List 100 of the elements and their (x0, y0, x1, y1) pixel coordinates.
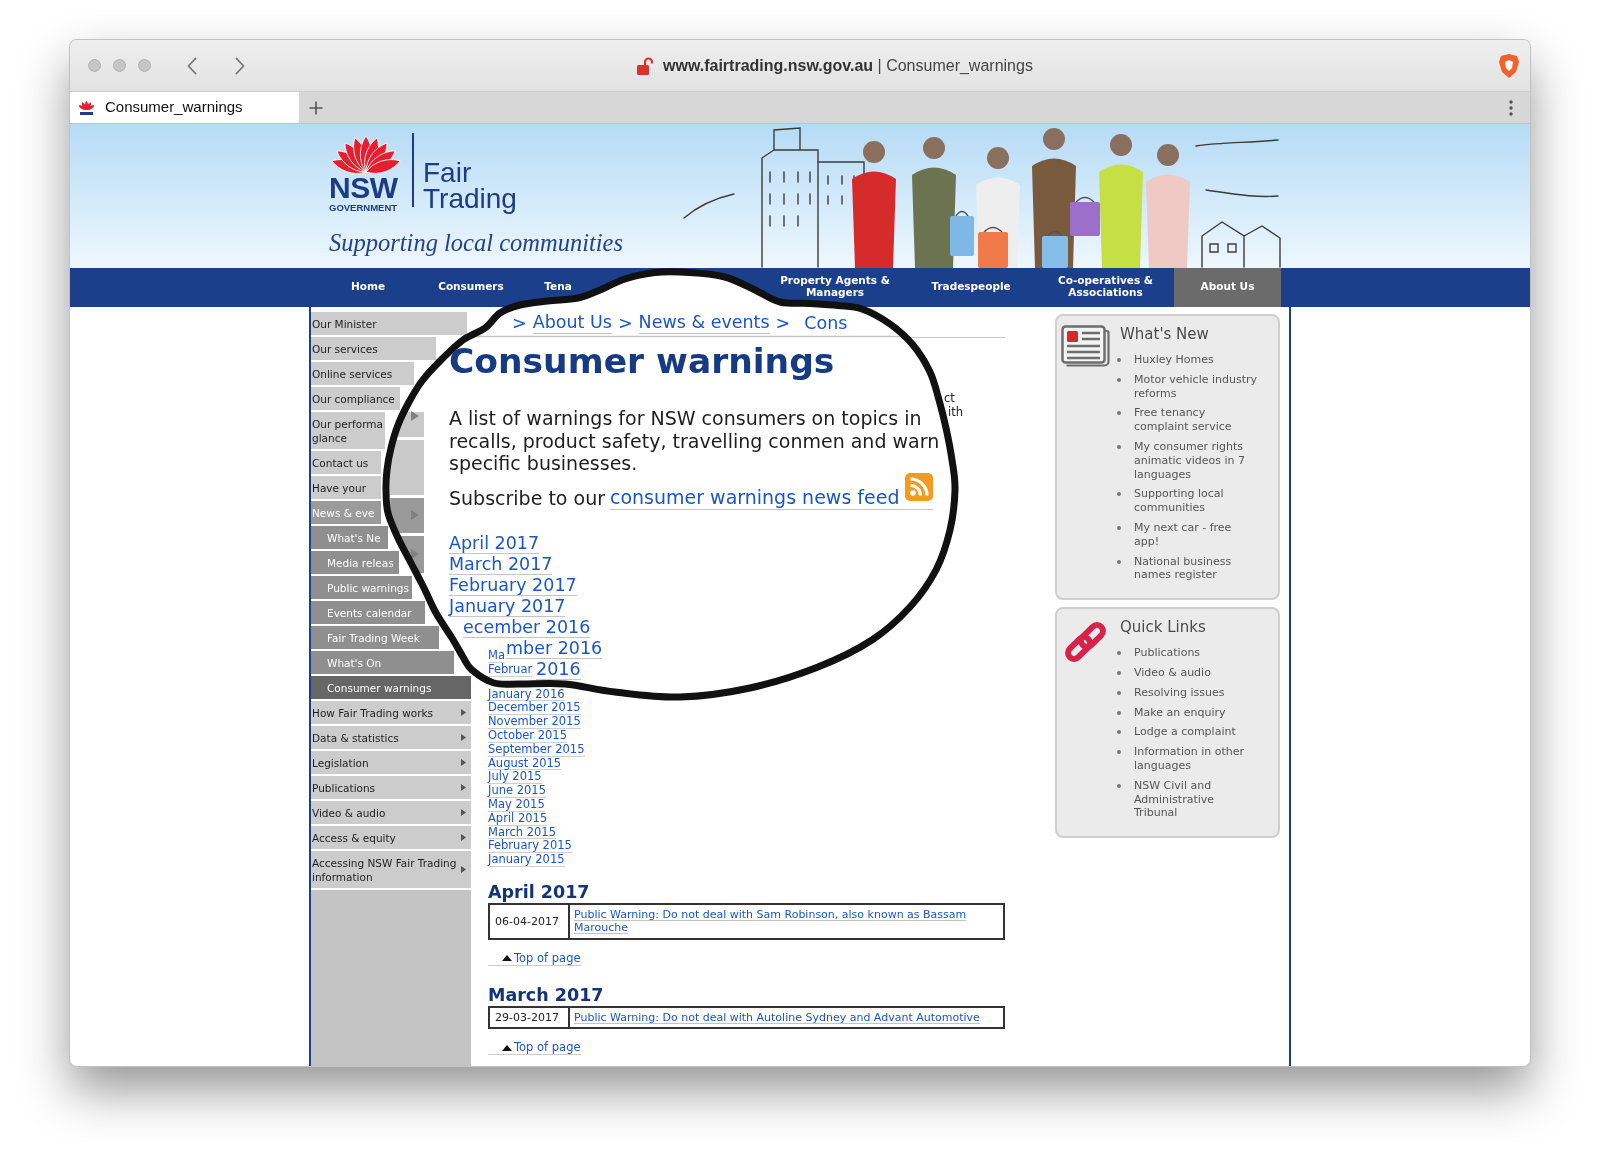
date-cell: 29-03-2017 (489, 1006, 569, 1029)
news-feed-link[interactable]: consumer warnings news feed (610, 473, 934, 510)
back-icon (187, 56, 197, 75)
nav-tab[interactable]: Co-operatives & Associations (1055, 273, 1156, 298)
sidebar-link[interactable]: Publications (311, 776, 471, 799)
nav-tab[interactable]: Consumers (438, 279, 504, 292)
sidebar-link[interactable]: How Fair Trading works (311, 701, 471, 724)
panel-link[interactable]: Lodge a complaint (1134, 725, 1259, 740)
top-of-page-link[interactable]: Top of page (488, 951, 581, 966)
nav-tab[interactable]: About Us (1174, 268, 1281, 307)
panel-link[interactable]: Information in other languages (1134, 745, 1259, 773)
month-link[interactable]: December 2015 (488, 701, 581, 716)
month-link[interactable]: October 2015 (488, 729, 567, 743)
section-heading: March 2017 (488, 983, 604, 1006)
top-of-page-link[interactable]: Top of page (488, 1041, 581, 1056)
shield-icon[interactable] (1498, 52, 1520, 79)
bullet-icon (1117, 750, 1121, 755)
breadcrumb-current: Cons (804, 312, 848, 334)
shopping-bag (1042, 230, 1068, 268)
panel-link[interactable]: National business names register (1134, 554, 1259, 583)
bullet-icon (1117, 377, 1121, 382)
warning-link[interactable]: Public Warning: Do not deal with Sam Robinson, also known as Bassam Marouche (574, 907, 999, 935)
month-link[interactable]: January 2017 (449, 595, 566, 617)
padlock-icon (637, 56, 654, 75)
nav-tab[interactable]: Tradespeople (931, 279, 1011, 292)
bullet-icon (1117, 690, 1121, 695)
warning-link[interactable]: Public Warning: Do not deal with Autoline Sydney and Advant Automotive (574, 1010, 999, 1025)
panel-link[interactable]: Supporting local communities (1134, 487, 1259, 515)
sidebar-link[interactable]: Our Minister (311, 312, 467, 335)
shopping-bag (1070, 196, 1100, 236)
breadcrumb-link[interactable]: About Us (532, 312, 612, 334)
sidebar-link[interactable]: Access & equity (311, 826, 471, 849)
panel-link[interactable]: NSW Civil and Administrative Tribunal (1134, 778, 1259, 821)
sidebar-link[interactable]: Our compliance (311, 387, 400, 410)
breadcrumb-separator: > (775, 312, 791, 334)
newspaper-icon (1061, 325, 1110, 367)
sidebar-link[interactable]: Legislation (311, 751, 471, 774)
sidebar-link[interactable]: Have your (311, 476, 381, 499)
panel-link[interactable]: My next car - free app! (1134, 520, 1259, 549)
bullet-icon (1117, 670, 1121, 675)
panel-link[interactable]: Huxley Homes (1134, 353, 1259, 367)
month-link[interactable]: March 2017 (449, 553, 553, 575)
sidebar-link[interactable]: Video & audio (311, 801, 471, 824)
subscribe-text: Subscribe to our consumer warnings news feed (449, 473, 934, 510)
month-link[interactable]: February 2015 (488, 839, 572, 854)
panel-link[interactable]: Video & audio (1134, 665, 1259, 680)
bullet-icon (1117, 783, 1121, 788)
triangle-up-icon (502, 955, 512, 962)
flower-icon (78, 99, 95, 116)
caret-right-icon (461, 866, 466, 873)
panel-link[interactable]: Resolving issues (1134, 685, 1259, 700)
browser-tab[interactable]: Consumer_warnings (70, 92, 299, 123)
page-heading: Consumer warnings (449, 341, 835, 381)
caret-right-icon (461, 709, 466, 716)
breadcrumb-separator: > (512, 312, 527, 334)
logo-subtext: GOVERNMENT (329, 203, 399, 213)
month-link[interactable]: February 2017 (449, 574, 577, 596)
sidebar-link[interactable]: Consumer warnings (311, 676, 471, 699)
month-link[interactable]: August 2015 (488, 756, 562, 771)
rss-feed-icon (905, 473, 934, 501)
month-link[interactable]: mber 2016 (506, 637, 603, 659)
month-link[interactable]: June 2015 (488, 784, 546, 798)
address-text[interactable]: www.fairtrading.nsw.gov.au | Consumer_warnings (663, 53, 1033, 78)
sidebar-link[interactable]: Contact us (311, 451, 381, 474)
panel-link[interactable]: Free tenancy complaint service (1134, 406, 1259, 434)
month-link[interactable]: January 2016 (488, 687, 565, 702)
month-link[interactable]: ecember 2016 (463, 616, 591, 638)
month-link[interactable]: September 2015 (488, 742, 585, 757)
nav-tab[interactable]: Property Agents & Managers (779, 273, 891, 298)
caret-right-icon (461, 784, 466, 791)
panel-link[interactable]: Publications (1134, 646, 1259, 660)
panel-link[interactable]: Make an enquiry (1134, 705, 1259, 720)
month-link[interactable]: May 2015 (488, 797, 545, 812)
sidebar-link[interactable]: Accessing NSW Fair Trading information (311, 851, 471, 888)
month-link[interactable]: November 2015 (488, 715, 581, 729)
breadcrumb-link[interactable]: News & events (638, 312, 770, 334)
caret-right-icon (461, 759, 466, 766)
sidebar-link[interactable]: Our services (311, 337, 436, 360)
panel-title: Quick Links (1120, 618, 1207, 637)
sidebar-link[interactable]: Data & statistics (311, 726, 471, 749)
plus-icon (309, 100, 323, 115)
section-heading: April 2017 (488, 880, 590, 903)
triangle-up-icon (502, 1044, 512, 1051)
month-link[interactable]: 2016 (536, 658, 581, 680)
sidebar-link[interactable]: Online services (311, 362, 414, 385)
month-link[interactable]: April 2015 (488, 811, 548, 826)
month-link[interactable]: March 2015 (488, 825, 556, 840)
caret-right-icon (461, 834, 466, 841)
panel-link[interactable]: Motor vehicle industry reforms (1134, 372, 1259, 401)
panel-link[interactable]: My consumer rights animatic videos in 7 languages (1134, 440, 1259, 482)
nav-tab[interactable]: Tena (544, 279, 572, 292)
panel-title: What's New (1120, 325, 1210, 343)
sidebar-link[interactable]: Our performa glance (311, 412, 385, 449)
month-link[interactable]: July 2015 (488, 770, 542, 785)
bullet-icon (1117, 492, 1121, 497)
month-link[interactable]: April 2017 (449, 532, 540, 554)
more-icon (1509, 99, 1513, 116)
month-link[interactable]: January 2015 (488, 853, 565, 867)
bullet-icon (1117, 445, 1121, 449)
nav-tab[interactable]: Home (350, 279, 386, 292)
